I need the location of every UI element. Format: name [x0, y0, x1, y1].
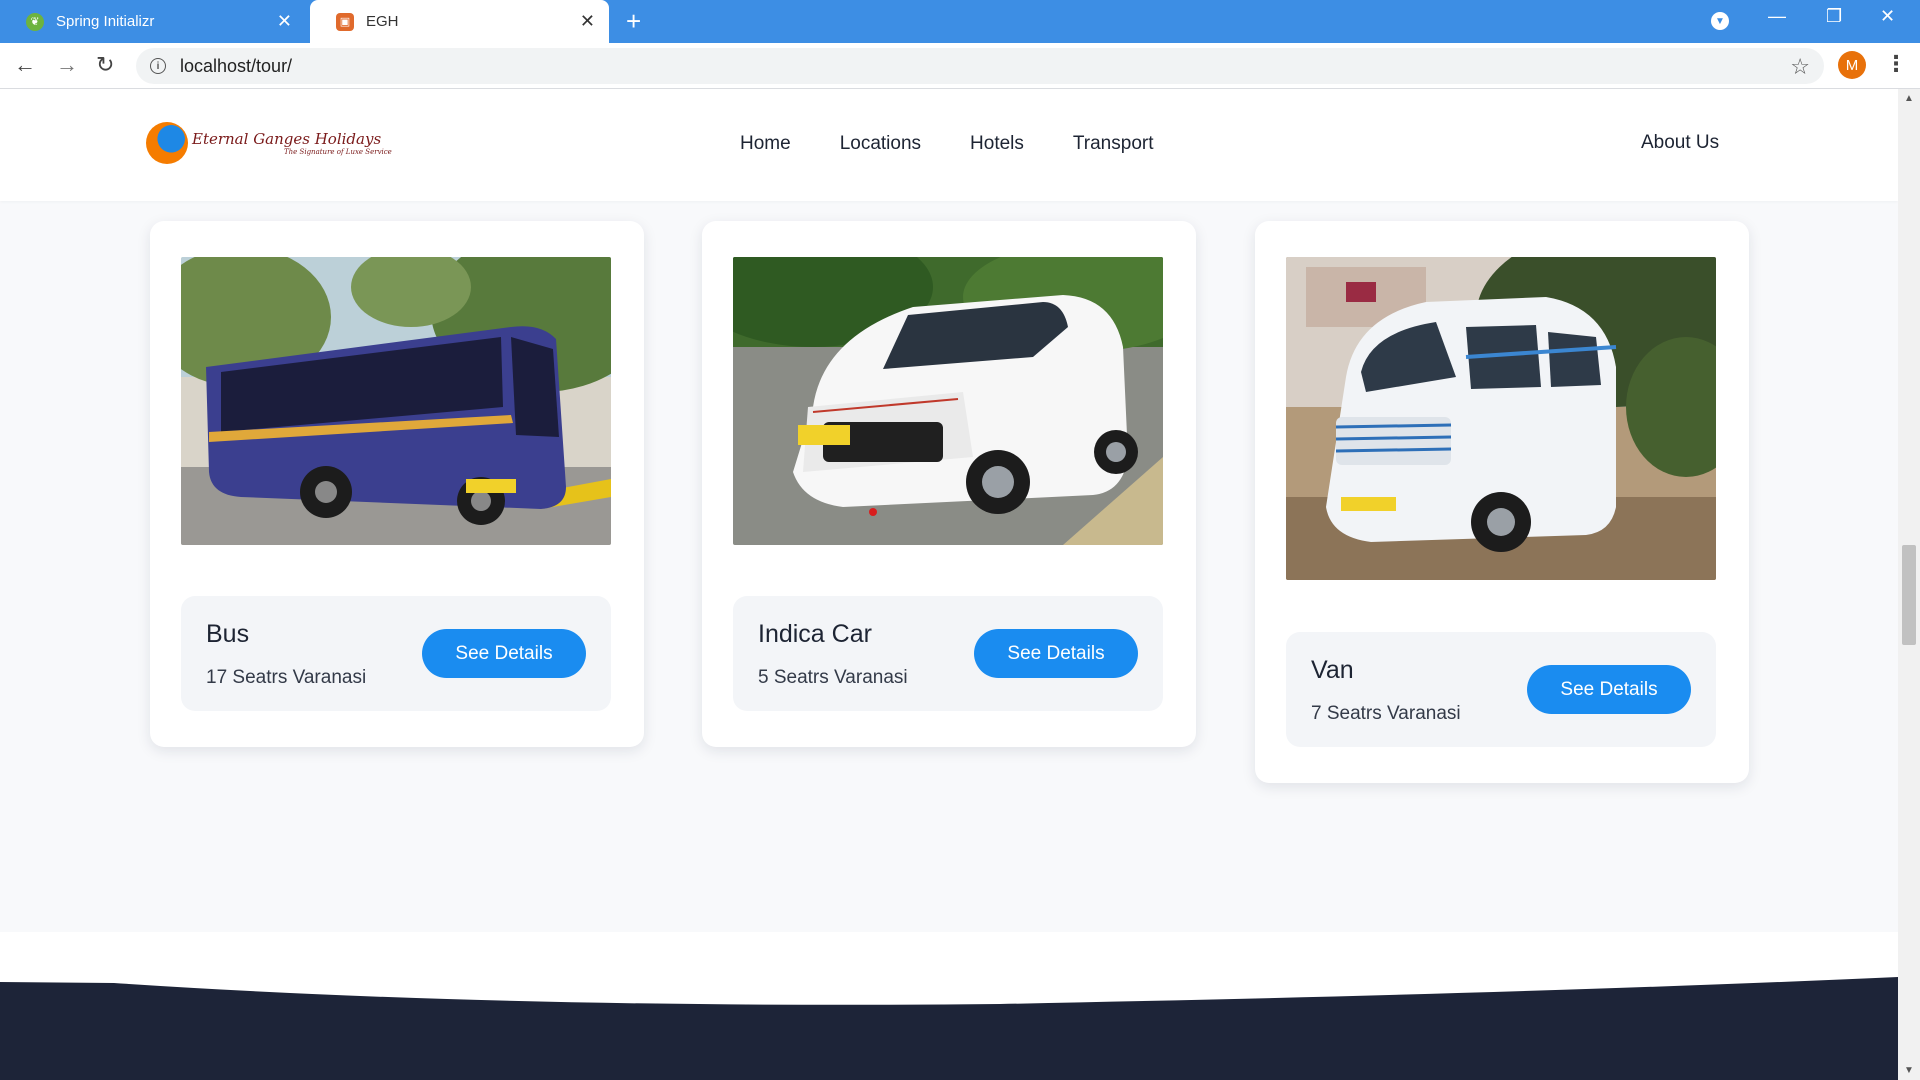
tab-title: Spring Initializr: [56, 13, 155, 30]
window-close-icon[interactable]: ✕: [1880, 6, 1895, 27]
site-footer: [0, 932, 1898, 1080]
page-viewport: Eternal Ganges Holidays The Signature of…: [0, 89, 1898, 1080]
van-photo: [1286, 257, 1716, 580]
vehicle-name: Indica Car: [758, 620, 872, 648]
scroll-down-arrow-icon[interactable]: ▼: [1904, 1065, 1914, 1076]
restore-icon[interactable]: ❐: [1826, 6, 1842, 27]
site-info-icon[interactable]: i: [150, 58, 166, 74]
vehicle-detail: 5 Seatrs Varanasi: [758, 667, 908, 688]
footer-wave-shape: [0, 932, 1898, 1080]
nav-hotels[interactable]: Hotels: [970, 133, 1024, 155]
bus-photo: [181, 257, 611, 545]
spring-leaf-icon: ❦: [26, 12, 44, 31]
url-text[interactable]: localhost/tour/: [180, 56, 292, 77]
tab-spring-initializr[interactable]: ❦ Spring Initializr ✕: [0, 0, 306, 43]
reload-icon[interactable]: ↻: [96, 52, 114, 78]
nav-transport[interactable]: Transport: [1073, 133, 1154, 155]
minimize-icon[interactable]: —: [1768, 6, 1786, 27]
close-icon[interactable]: ✕: [277, 12, 292, 30]
see-details-button[interactable]: See Details: [1527, 665, 1691, 714]
page-scrollbar[interactable]: ▲ ▼: [1898, 89, 1920, 1080]
see-details-button[interactable]: See Details: [974, 629, 1138, 678]
profile-avatar[interactable]: M: [1838, 51, 1866, 79]
site-logo[interactable]: Eternal Ganges Holidays The Signature of…: [146, 122, 392, 164]
logo-title: Eternal Ganges Holidays: [192, 130, 382, 148]
vehicle-detail: 7 Seatrs Varanasi: [1311, 703, 1461, 724]
browser-tab-strip: ❦ Spring Initializr ✕ ▣ EGH ✕ + ▼ — ❐ ✕: [0, 0, 1920, 43]
tab-egh[interactable]: ▣ EGH ✕: [310, 0, 609, 43]
vehicle-card-van: Van 7 Seatrs Varanasi See Details: [1255, 221, 1749, 783]
vehicle-name: Van: [1311, 656, 1354, 684]
tab-search-chevron-icon[interactable]: ▼: [1711, 12, 1729, 30]
forward-arrow-icon[interactable]: →: [56, 52, 78, 78]
nav-home[interactable]: Home: [740, 133, 791, 155]
vehicle-info-panel: Indica Car 5 Seatrs Varanasi See Details: [733, 596, 1163, 711]
address-bar[interactable]: i localhost/tour/ ☆: [136, 48, 1824, 84]
new-tab-plus-icon[interactable]: +: [626, 8, 641, 34]
egh-favicon-icon: ▣: [336, 12, 354, 31]
car-photo: [733, 257, 1163, 545]
vehicle-info-panel: Bus 17 Seatrs Varanasi See Details: [181, 596, 611, 711]
logo-tagline: The Signature of Luxe Service: [284, 148, 392, 156]
scroll-thumb[interactable]: [1902, 545, 1916, 645]
browser-menu-icon[interactable]: ⋮: [1885, 51, 1907, 77]
site-header: Eternal Ganges Holidays The Signature of…: [0, 89, 1898, 201]
vehicle-card-bus: Bus 17 Seatrs Varanasi See Details: [150, 221, 644, 747]
vehicle-card-indica-car: Indica Car 5 Seatrs Varanasi See Details: [702, 221, 1196, 747]
vehicle-detail: 17 Seatrs Varanasi: [206, 667, 367, 688]
tab-title: EGH: [366, 13, 399, 30]
main-nav: Home Locations Hotels Transport: [740, 133, 1203, 155]
vehicle-name: Bus: [206, 620, 250, 648]
nav-locations[interactable]: Locations: [840, 133, 921, 155]
scroll-up-arrow-icon[interactable]: ▲: [1904, 93, 1914, 104]
browser-toolbar: ← → ↻ i localhost/tour/ ☆ M ⋮: [0, 43, 1920, 89]
back-arrow-icon[interactable]: ←: [14, 52, 36, 78]
vehicle-info-panel: Van 7 Seatrs Varanasi See Details: [1286, 632, 1716, 747]
logo-mark-icon: [146, 122, 188, 164]
bookmark-star-icon[interactable]: ☆: [1790, 54, 1810, 80]
close-icon[interactable]: ✕: [580, 12, 595, 30]
see-details-button[interactable]: See Details: [422, 629, 586, 678]
nav-about-us[interactable]: About Us: [1641, 132, 1719, 154]
